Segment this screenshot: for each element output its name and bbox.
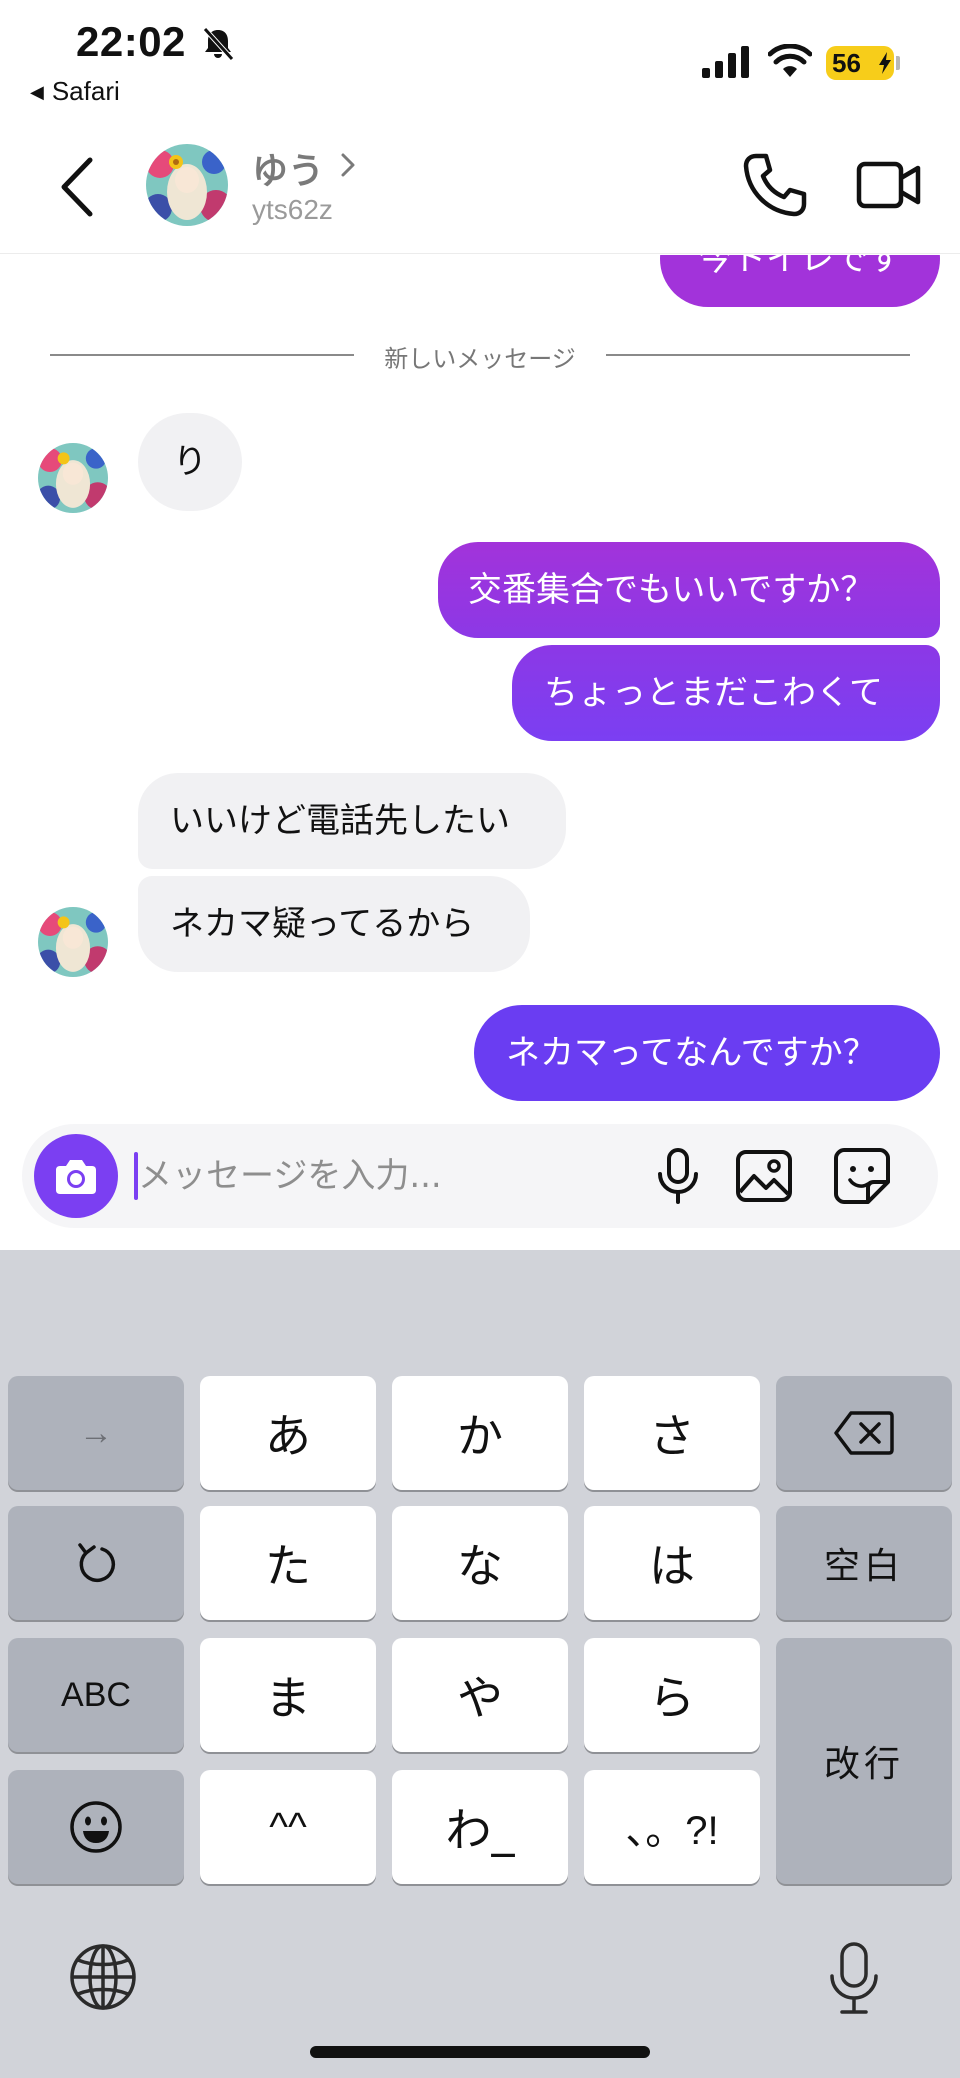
key-next-arrow[interactable]: → — [8, 1376, 184, 1490]
key-ma[interactable]: ま — [200, 1638, 376, 1752]
message-bubble-incoming[interactable]: ネカマ疑ってるから — [138, 876, 530, 972]
sender-avatar[interactable] — [38, 443, 108, 513]
contact-avatar[interactable] — [146, 144, 228, 226]
image-gallery-icon[interactable] — [732, 1144, 796, 1208]
camera-button[interactable] — [34, 1134, 118, 1218]
status-bar: 22:02 ◀ Safari 56 — [0, 0, 960, 120]
home-indicator[interactable] — [310, 2046, 650, 2058]
message-text: り — [173, 442, 207, 482]
message-list[interactable]: 今トイレです 新しいメッセージ り 交番集合でもいいですか？ ちょっとまだこわく… — [0, 255, 960, 1123]
chat-header: ゆう yts62z — [0, 120, 960, 254]
key-ka[interactable]: か — [392, 1376, 568, 1490]
emoji-icon — [70, 1801, 122, 1853]
key-abc[interactable]: ABC — [8, 1638, 184, 1752]
message-bubble-outgoing[interactable]: 交番集合でもいいですか？ — [438, 542, 940, 638]
battery-level: 56 — [832, 48, 861, 78]
message-bubble-outgoing[interactable]: 今トイレです — [660, 255, 940, 307]
battery-indicator: 56 — [826, 46, 894, 80]
battery-nub — [896, 56, 900, 70]
bell-off-icon — [203, 27, 234, 61]
undo-icon — [78, 1543, 116, 1583]
message-text: ネカマってなんですか？ — [506, 1033, 877, 1073]
camera-icon — [56, 1160, 96, 1194]
key-space[interactable]: 空白 — [776, 1506, 952, 1620]
back-app-label: Safari — [51, 76, 120, 106]
message-bubble-outgoing[interactable]: ネカマってなんですか？ — [474, 1005, 940, 1101]
chevron-right-icon — [341, 153, 355, 177]
key-ha[interactable]: は — [584, 1506, 760, 1620]
key-wa[interactable]: わ_ — [392, 1770, 568, 1884]
key-undo[interactable] — [8, 1506, 184, 1620]
avatar-illustration — [146, 144, 228, 226]
key-sa[interactable]: さ — [584, 1376, 760, 1490]
status-time: 22:02 — [76, 18, 186, 65]
message-composer — [22, 1124, 938, 1228]
avatar-illustration — [38, 907, 108, 977]
key-emoji[interactable] — [8, 1770, 184, 1884]
new-messages-divider: 新しいメッセージ — [384, 345, 576, 373]
video-call-icon[interactable] — [856, 156, 922, 214]
key-backspace[interactable] — [776, 1376, 952, 1490]
cellular-signal-icon — [702, 46, 749, 78]
back-arrow-icon[interactable] — [52, 154, 108, 220]
message-text: 交番集合でもいいですか？ — [468, 570, 875, 610]
key-punctuation[interactable]: 、。?! — [584, 1770, 760, 1884]
key-ta[interactable]: た — [200, 1506, 376, 1620]
back-to-app-link[interactable]: ◀ Safari — [30, 76, 120, 107]
backspace-icon — [834, 1411, 894, 1455]
message-text: いいけど電話先したい — [170, 801, 510, 841]
message-text: ネカマ疑ってるから — [170, 904, 475, 944]
chat-screen: 22:02 ◀ Safari 56 ゆう yts62z 今トイレです 新しいメッ… — [0, 0, 960, 2078]
message-text: ちょっとまだこわくて — [544, 673, 883, 713]
globe-icon[interactable] — [68, 1942, 138, 2012]
divider-line-left — [50, 354, 354, 356]
sender-avatar[interactable] — [38, 907, 108, 977]
phone-call-icon[interactable] — [740, 150, 810, 220]
message-input[interactable] — [138, 1146, 638, 1206]
microphone-icon[interactable] — [646, 1144, 710, 1208]
sticker-icon[interactable] — [830, 1144, 894, 1208]
key-return[interactable]: 改行 — [776, 1638, 952, 1884]
avatar-illustration — [38, 443, 108, 513]
message-bubble-incoming[interactable]: り — [138, 413, 242, 511]
key-ya[interactable]: や — [392, 1638, 568, 1752]
key-na[interactable]: な — [392, 1506, 568, 1620]
divider-line-right — [606, 354, 910, 356]
dictation-microphone-icon[interactable] — [826, 1940, 882, 2016]
charging-bolt-icon — [879, 52, 891, 74]
back-triangle-icon: ◀ — [30, 82, 44, 102]
key-kaomoji[interactable]: ^^ — [200, 1770, 376, 1884]
message-text: 今トイレです — [698, 255, 902, 279]
contact-name[interactable]: ゆう — [252, 142, 324, 194]
wifi-icon — [768, 44, 812, 77]
contact-handle: yts62z — [252, 194, 333, 225]
message-bubble-outgoing[interactable]: ちょっとまだこわくて — [512, 645, 940, 741]
message-bubble-incoming[interactable]: いいけど電話先したい — [138, 773, 566, 869]
key-a[interactable]: あ — [200, 1376, 376, 1490]
key-ra[interactable]: ら — [584, 1638, 760, 1752]
